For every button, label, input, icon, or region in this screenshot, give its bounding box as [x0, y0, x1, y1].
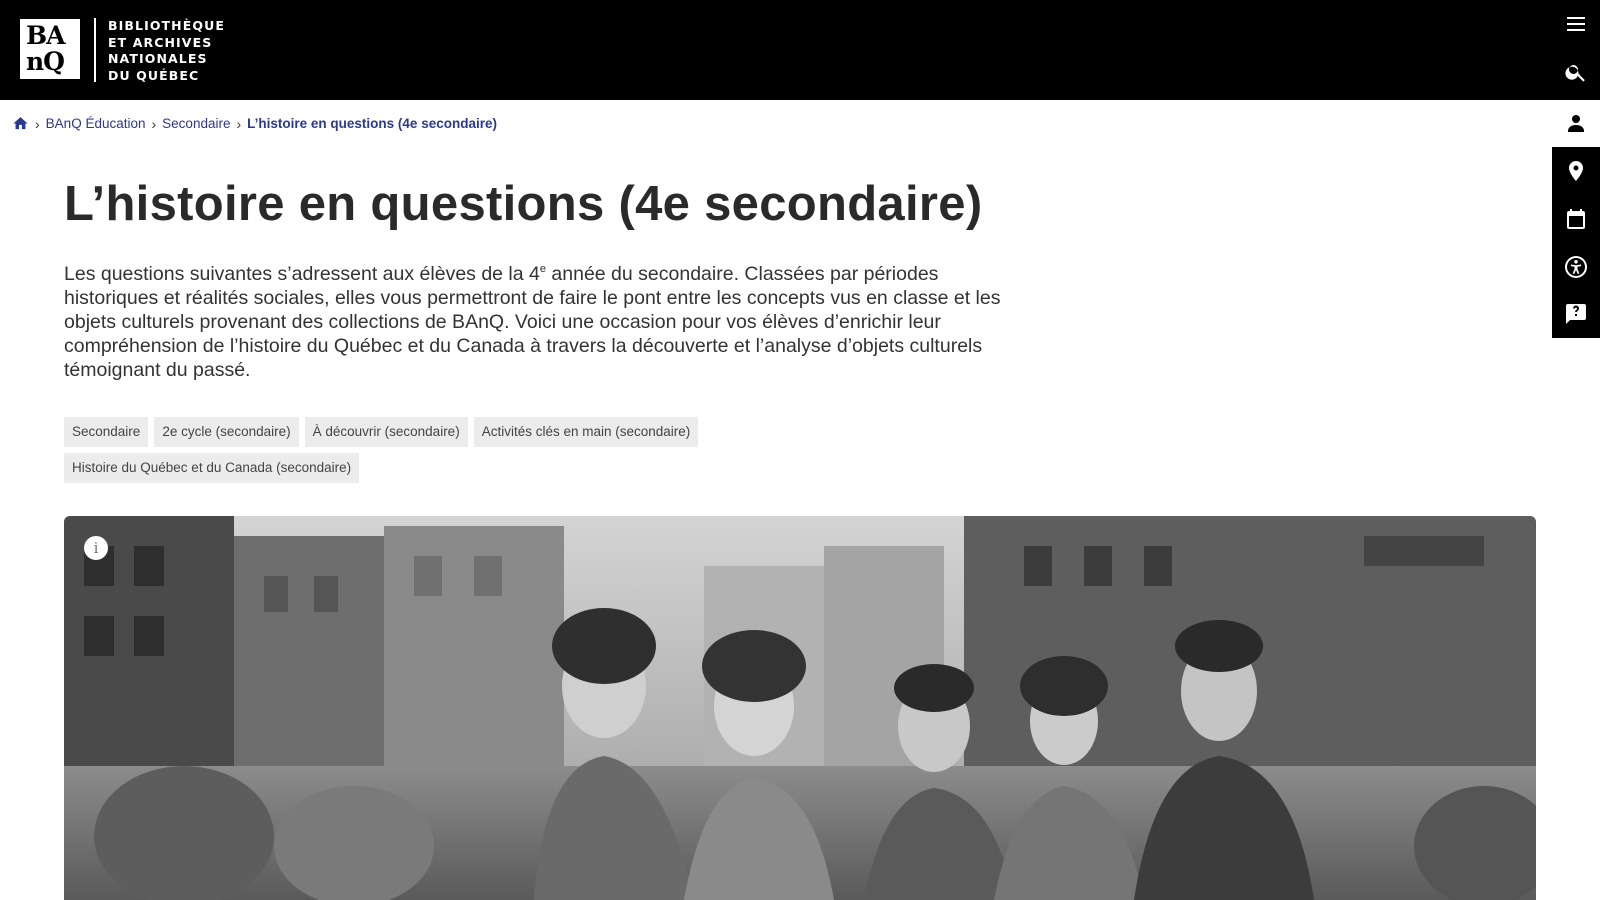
breadcrumb-item[interactable]: BAnQ Éducation	[46, 116, 146, 131]
tag[interactable]: Secondaire	[64, 417, 149, 447]
tag[interactable]: Histoire du Québec et du Canada (seconda…	[64, 453, 360, 483]
hero-image: i	[64, 516, 1536, 900]
site-header: BA nQ BIBLIOTHÈQUE ET ARCHIVES NATIONALE…	[0, 0, 1600, 100]
chevron-right-icon: ›	[35, 115, 40, 132]
search-button[interactable]	[1552, 48, 1600, 96]
accessibility-button[interactable]	[1552, 243, 1600, 291]
account-button[interactable]	[1552, 100, 1600, 148]
locations-button[interactable]	[1552, 148, 1600, 196]
tag-list: Secondaire 2e cycle (secondaire) À décou…	[64, 417, 764, 483]
image-info-button[interactable]: i	[84, 536, 108, 560]
quick-access-rail	[1552, 100, 1600, 338]
menu-button[interactable]	[1552, 0, 1600, 48]
calendar-button[interactable]	[1552, 195, 1600, 243]
accessibility-icon	[1565, 255, 1587, 278]
feedback-button[interactable]	[1552, 290, 1600, 338]
logo-text-line: DU QUÉBEC	[108, 67, 200, 83]
logo-mark-line: BA	[26, 21, 66, 50]
breadcrumb: › BAnQ Éducation › Secondaire › L’histoi…	[12, 115, 497, 132]
calendar-icon	[1567, 208, 1585, 229]
logo-mark-line: nQ	[26, 47, 65, 76]
breadcrumb-item[interactable]: Secondaire	[162, 116, 230, 131]
logo-divider	[94, 18, 96, 82]
logo-text-line: NATIONALES	[108, 51, 208, 66]
hero-photo	[64, 516, 1536, 900]
chevron-right-icon: ›	[236, 115, 242, 132]
page-title: L’histoire en questions (4e secondaire)	[64, 177, 983, 231]
intro-text: Les questions suivantes s’adressent aux …	[64, 263, 540, 285]
tag[interactable]: À découvrir (secondaire)	[304, 417, 468, 447]
banq-logo-mark[interactable]: BA nQ	[20, 19, 80, 79]
logo-text-line: ET ARCHIVES	[108, 34, 213, 50]
tag[interactable]: 2e cycle (secondaire)	[154, 417, 299, 447]
search-icon	[1565, 65, 1585, 82]
intro-paragraph: Les questions suivantes s’adressent aux …	[64, 262, 1004, 382]
breadcrumb-current: L’histoire en questions (4e secondaire)	[247, 116, 497, 131]
account-icon	[1568, 115, 1584, 133]
logo-text-line: BIBLIOTHÈQUE	[108, 18, 225, 33]
location-icon	[1569, 161, 1583, 182]
menu-icon	[1567, 17, 1585, 31]
tag[interactable]: Activités clés en main (secondaire)	[473, 417, 699, 447]
feedback-icon	[1566, 304, 1586, 325]
chevron-right-icon: ›	[151, 115, 157, 132]
home-icon	[13, 117, 28, 130]
banq-logo-text[interactable]: BIBLIOTHÈQUE ET ARCHIVES NATIONALES DU Q…	[108, 18, 225, 84]
breadcrumb-home[interactable]	[12, 115, 29, 132]
